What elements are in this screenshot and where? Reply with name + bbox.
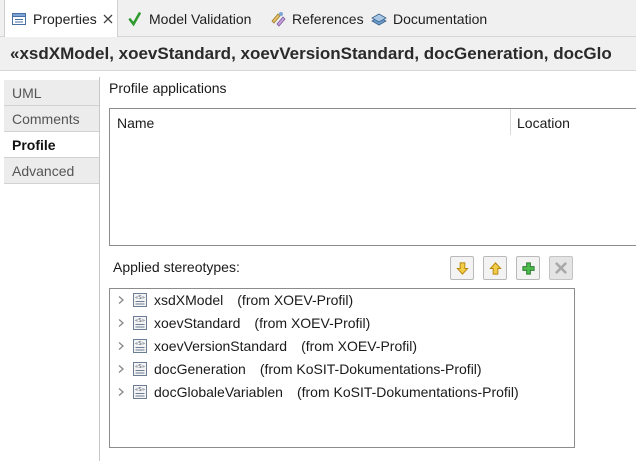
stereotype-source: (from KoSIT-Dokumentations-Profil)	[259, 361, 482, 377]
column-header-location[interactable]: Location	[517, 115, 570, 131]
svg-text:«S»: «S»	[135, 387, 145, 393]
chevron-right-icon[interactable]	[116, 318, 126, 328]
column-header-name[interactable]: Name	[117, 115, 154, 131]
tab-references[interactable]: References	[270, 0, 364, 37]
add-stereotype-button[interactable]	[516, 256, 540, 280]
stereotype-name: docGlobaleVariablen	[154, 384, 283, 400]
tree-item-docglobalevariablen[interactable]: «S» docGlobaleVariablen (from KoSIT-Doku…	[110, 382, 519, 402]
stereotype-icon: «S»	[133, 293, 147, 307]
tree-item-xsdxmodel[interactable]: «S» xsdXModel (from XOEV-Profil)	[110, 290, 353, 310]
tree-item-xoevversionstandard[interactable]: «S» xoevVersionStandard (from XOEV-Profi…	[110, 336, 417, 356]
stereotype-name: xoevStandard	[154, 315, 241, 331]
properties-icon	[12, 12, 26, 25]
stereotype-name: xoevVersionStandard	[154, 338, 288, 354]
tree-item-docgeneration[interactable]: «S» docGeneration (from KoSIT-Dokumentat…	[110, 359, 482, 379]
stereotype-name: docGeneration	[154, 361, 246, 377]
profile-applications-label: Profile applications	[109, 80, 227, 96]
move-down-button[interactable]	[450, 256, 474, 280]
stereotype-source: (from XOEV-Profil)	[237, 292, 354, 308]
remove-stereotype-button[interactable]	[549, 256, 573, 280]
column-divider[interactable]	[510, 109, 511, 135]
delete-icon	[555, 262, 567, 274]
svg-text:«S»: «S»	[135, 364, 145, 370]
chevron-right-icon[interactable]	[116, 364, 126, 374]
stereotype-tree[interactable]: «S» xsdXModel (from XOEV-Profil) «S» xoe…	[109, 288, 575, 448]
chevron-right-icon[interactable]	[116, 295, 126, 305]
property-sidebar: UML Comments Profile Advanced	[4, 77, 100, 461]
references-icon	[271, 11, 286, 27]
stereotype-source: (from XOEV-Profil)	[254, 315, 371, 331]
stereotype-name: xsdXModel	[154, 292, 224, 308]
applied-stereotypes-label: Applied stereotypes:	[113, 259, 240, 275]
side-tab-advanced[interactable]: Advanced	[4, 158, 99, 184]
svg-text:«S»: «S»	[135, 318, 145, 324]
close-icon[interactable]	[103, 14, 113, 24]
stereotype-icon: «S»	[133, 385, 147, 399]
side-tab-profile[interactable]: Profile	[4, 132, 99, 158]
chevron-right-icon[interactable]	[116, 341, 126, 351]
tab-label: Properties	[33, 10, 97, 27]
side-tab-comments[interactable]: Comments	[4, 106, 99, 132]
stereotype-source: (from KoSIT-Dokumentations-Profil)	[296, 384, 519, 400]
side-tab-label: Profile	[12, 136, 56, 153]
svg-text:«S»: «S»	[135, 341, 145, 347]
move-up-button[interactable]	[483, 256, 507, 280]
documentation-icon	[371, 13, 387, 25]
svg-text:«S»: «S»	[135, 295, 145, 301]
tab-label: Documentation	[393, 10, 488, 27]
side-tab-label: UML	[12, 84, 42, 101]
tab-documentation[interactable]: Documentation	[371, 0, 487, 37]
arrow-down-icon	[455, 261, 469, 275]
checkmark-icon	[128, 11, 141, 26]
stereotype-source: (from XOEV-Profil)	[301, 338, 417, 354]
view-tab-bar: Properties Model Validation References D…	[0, 0, 636, 37]
tree-item-xoevstandard[interactable]: «S» xoevStandard (from XOEV-Profil)	[110, 313, 370, 333]
tab-label: References	[292, 10, 364, 27]
side-tab-label: Advanced	[12, 162, 75, 179]
stereotype-icon: «S»	[133, 316, 147, 330]
arrow-up-icon	[488, 261, 502, 275]
plus-icon	[521, 261, 535, 275]
page-title-bar: «xsdXModel, xoevStandard, xoevVersionSta…	[0, 37, 636, 71]
tab-properties[interactable]: Properties	[4, 0, 118, 37]
tab-model-validation[interactable]: Model Validation	[127, 0, 251, 37]
side-tab-uml[interactable]: UML	[4, 80, 99, 106]
chevron-right-icon[interactable]	[116, 387, 126, 397]
page-title: «xsdXModel, xoevStandard, xoevVersionSta…	[10, 43, 612, 63]
stereotype-icon: «S»	[133, 339, 147, 353]
profile-applications-table[interactable]: Name Location	[109, 108, 636, 246]
stereotype-icon: «S»	[133, 362, 147, 376]
side-tab-label: Comments	[12, 110, 80, 127]
tab-label: Model Validation	[149, 10, 252, 27]
